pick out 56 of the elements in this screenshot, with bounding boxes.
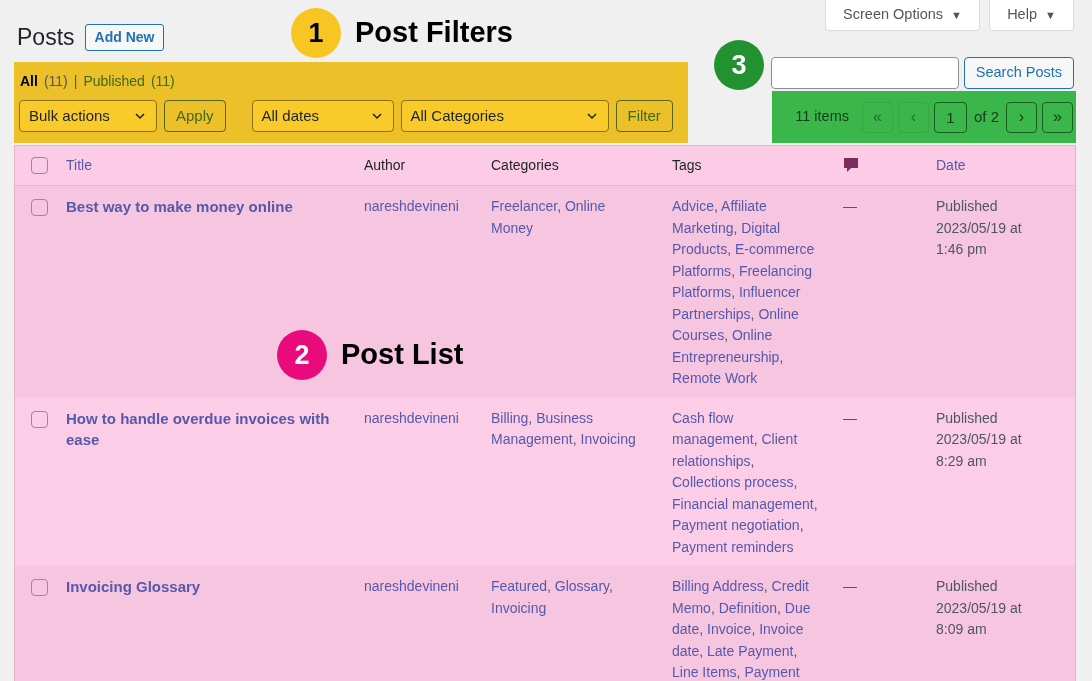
search-field[interactable]	[770, 57, 959, 89]
author-link[interactable]: nareshdevineni	[364, 409, 459, 426]
comment-count: —	[843, 198, 857, 214]
comment-count: —	[843, 578, 857, 594]
callout-label: Post Filters	[355, 15, 513, 51]
category-list[interactable]: Featured, Glossary, Invoicing	[491, 576, 650, 619]
post-date: 2023/05/19 at 1:46 pm	[936, 218, 1023, 259]
column-header-link[interactable]: Date	[936, 157, 966, 173]
apply-button[interactable]: Apply	[164, 100, 226, 132]
filter-button[interactable]: Filter	[615, 100, 673, 132]
speech-bubble-icon	[843, 157, 859, 174]
search-button[interactable]: Search Posts	[963, 57, 1074, 89]
tag-list[interactable]: Advice, Affiliate Marketing, Digital Products, E-commerce Platforms, Freelancing Platforms, Influencer Partnerships, Online Courses, Online Entrepreneurship, Remote Work	[672, 196, 819, 390]
header-tab[interactable]: Screen Options ▼	[825, 0, 980, 31]
post-date: 2023/05/19 at 8:29 am	[936, 430, 1023, 471]
post-status: Published	[936, 577, 999, 596]
view-link[interactable]: All	[20, 71, 38, 92]
author-link[interactable]: nareshdevineni	[364, 578, 459, 594]
column-header: Categories	[491, 157, 559, 173]
column-header: Tags	[672, 157, 702, 173]
checkbox[interactable]	[30, 579, 48, 596]
category-list[interactable]: Billing, Business Management, Invoicing	[491, 407, 650, 451]
checkbox[interactable]	[30, 199, 48, 216]
header-tab[interactable]: Help ▼	[989, 0, 1074, 31]
checkbox[interactable]	[30, 410, 48, 428]
tag-list[interactable]: Cash flow management, Client relationships, Collections process, Financial management, Payment negotiation, Payment reminders	[672, 407, 819, 558]
view-count: (11)	[150, 72, 175, 91]
post-status: Published	[936, 197, 999, 216]
tag-list[interactable]: Billing Address, Credit Memo, Definition, Due date, Invoice, Invoice date, Late Payment, Line Items, Payment	[672, 576, 819, 681]
category-list[interactable]: Freelancer, Online Money	[491, 196, 650, 239]
post-status: Published	[936, 408, 999, 428]
post-date: 2023/05/19 at 8:09 am	[936, 598, 1023, 639]
post-title-link[interactable]: How to handle overdue invoices with ease	[66, 407, 340, 451]
page-title: Posts	[17, 22, 75, 52]
number-badge: 3	[714, 40, 764, 90]
post-title-link[interactable]: Best way to make money online	[66, 196, 340, 218]
number-badge: 1	[291, 8, 341, 58]
pagination-button[interactable]: ›	[1006, 101, 1037, 133]
pagination-button[interactable]: »	[1042, 101, 1073, 133]
callout-label: Post List	[341, 337, 464, 373]
column-header: Author	[364, 157, 406, 173]
view-count: (11)	[43, 72, 68, 91]
checkbox[interactable]	[30, 157, 48, 174]
dropdown[interactable]: Bulk actions	[19, 100, 157, 132]
dropdown[interactable]: All dates	[251, 100, 394, 132]
separator: |	[73, 72, 78, 91]
view-link[interactable]: Published	[83, 71, 145, 92]
comment-count: —	[843, 409, 857, 426]
item-count: 11 items	[795, 107, 849, 127]
page-total: of 2	[973, 106, 999, 127]
dropdown[interactable]: All Categories	[400, 100, 609, 132]
post-title-link[interactable]: Invoicing Glossary	[66, 576, 340, 598]
column-header-link[interactable]: Title	[66, 157, 92, 173]
page-number-field[interactable]: 1	[933, 101, 967, 133]
add-new-button[interactable]: Add New	[84, 23, 165, 51]
author-link[interactable]: nareshdevineni	[364, 198, 459, 214]
